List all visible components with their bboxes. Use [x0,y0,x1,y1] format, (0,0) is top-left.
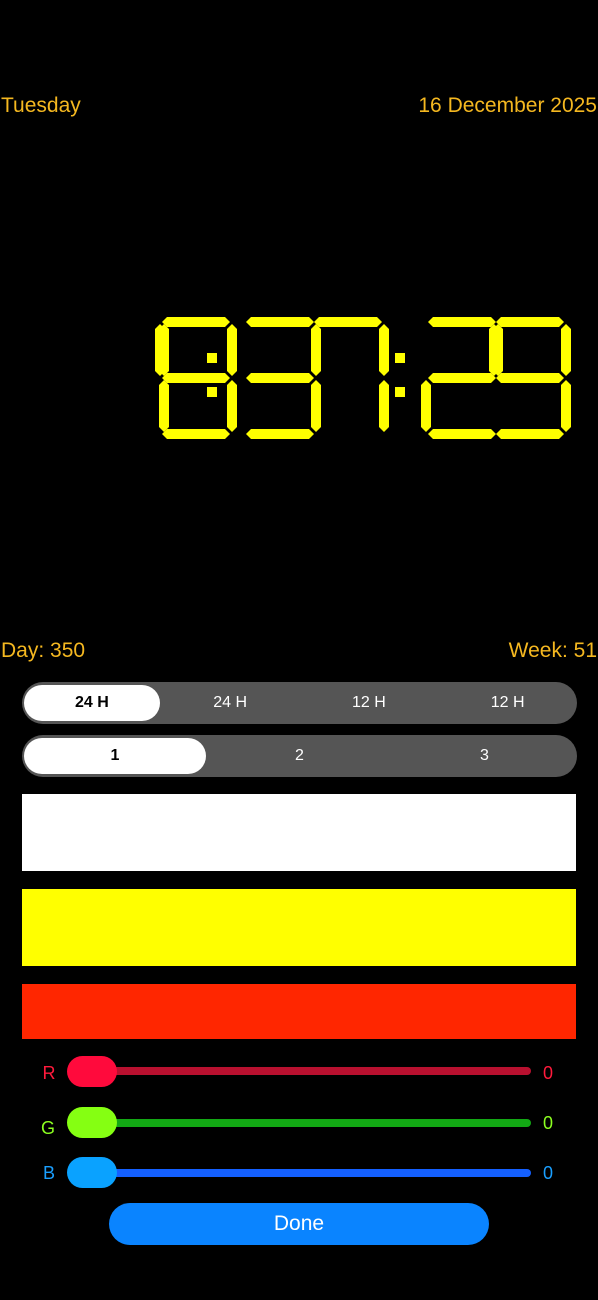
digital-clock-display [155,317,571,439]
red-slider-thumb[interactable] [67,1056,117,1087]
red-channel-label: R [42,1063,56,1083]
blue-slider-track[interactable] [70,1169,531,1177]
week-number-label: Week: 51 [508,639,597,662]
time-format-option[interactable]: 24 H [24,685,160,721]
clock-separator [395,353,405,397]
time-format-option[interactable]: 12 H [300,682,439,724]
color-swatch-red[interactable] [22,984,576,1039]
style-option[interactable]: 2 [207,735,392,777]
date-label: 16 December 2025 [418,94,597,117]
blue-channel-label: B [42,1163,55,1183]
time-format-selector[interactable]: 24 H 24 H 12 H 12 H [22,682,577,724]
style-selector[interactable]: 1 2 3 [22,735,577,777]
red-slider-track[interactable] [70,1067,531,1075]
style-option[interactable]: 1 [24,738,206,774]
day-name-label: Tuesday [1,94,81,117]
red-value: 0 [542,1063,553,1083]
green-value: 0 [542,1113,553,1133]
style-option[interactable]: 3 [392,735,577,777]
green-slider-thumb[interactable] [67,1107,117,1138]
blue-value: 0 [542,1163,553,1183]
blue-slider-thumb[interactable] [67,1157,117,1188]
color-swatch-yellow[interactable] [22,889,576,966]
green-channel-label: G [40,1118,55,1138]
green-slider-track[interactable] [70,1119,531,1127]
done-button[interactable]: Done [109,1203,489,1245]
color-swatch-white[interactable] [22,794,576,871]
time-format-option[interactable]: 24 H [161,682,300,724]
day-of-year-label: Day: 350 [1,639,86,662]
clock-digit [246,317,321,439]
clock-digit [314,317,389,432]
time-format-option[interactable]: 12 H [438,682,577,724]
